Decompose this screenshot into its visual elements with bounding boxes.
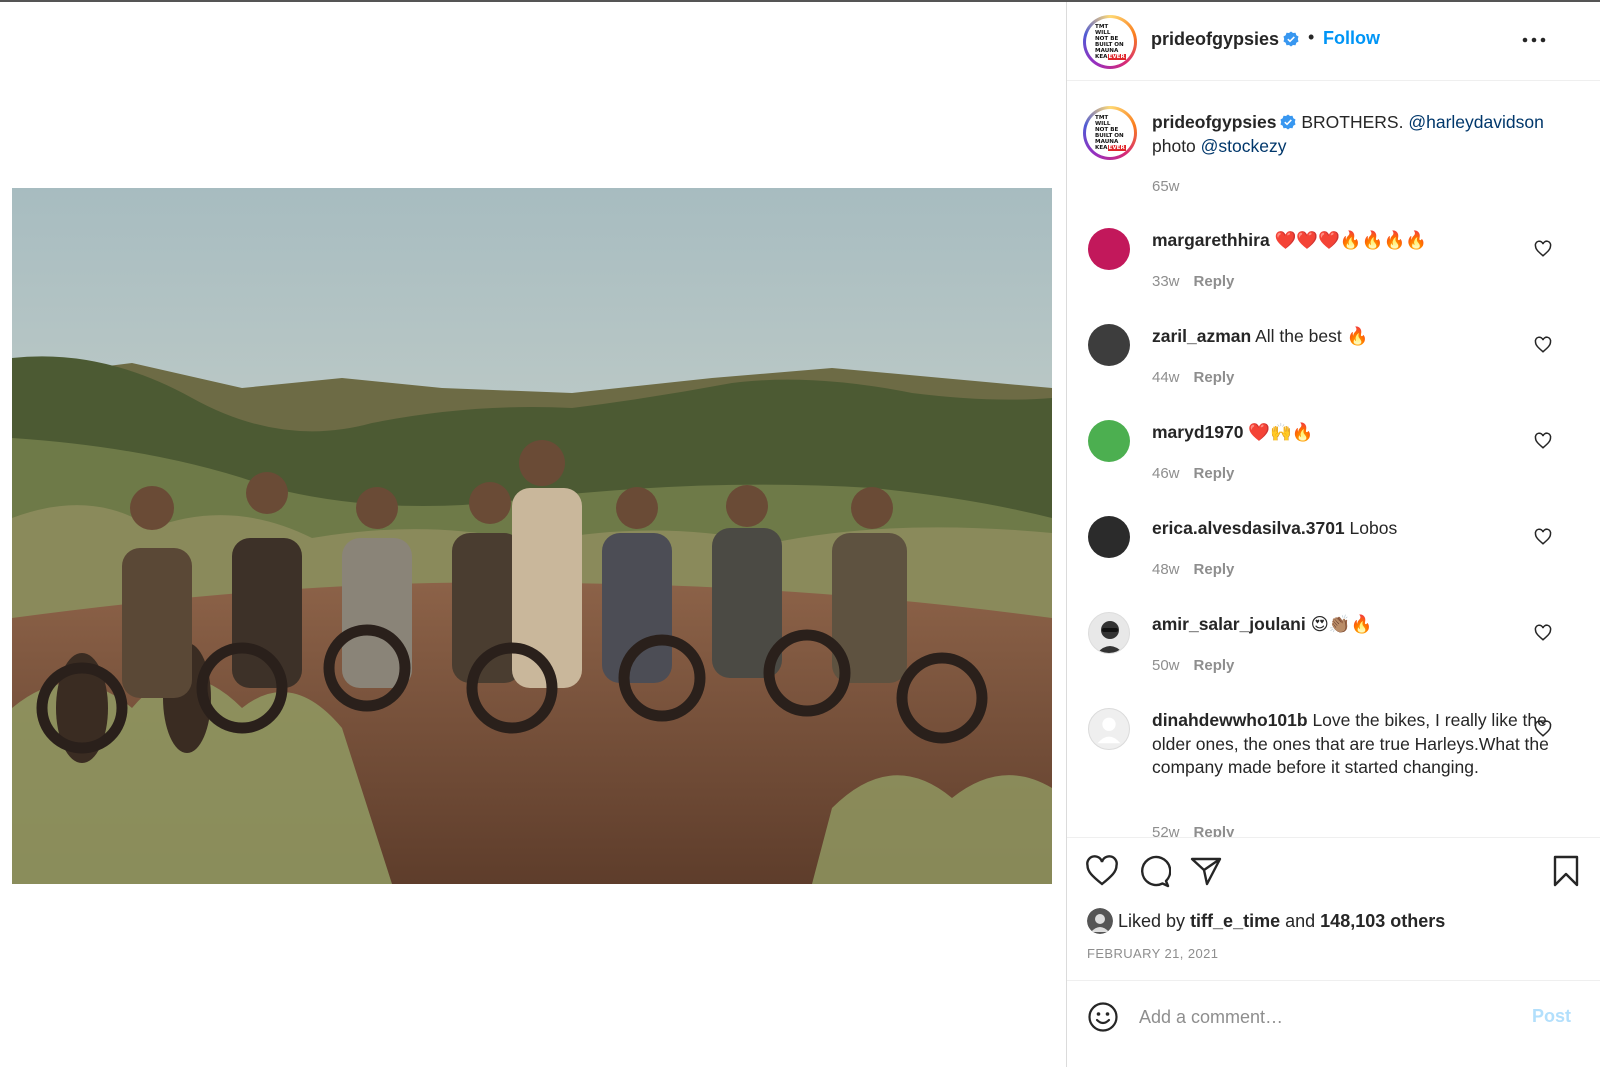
comment-text: erica.alvesdasilva.3701 Lobos [1152, 518, 1398, 538]
post-comment-button[interactable]: Post [1532, 1006, 1571, 1027]
comment-username[interactable]: amir_salar_joulani [1152, 614, 1306, 634]
comment-meta: 48w Reply [1152, 561, 1235, 578]
comment-text: amir_salar_joulani 😍👏🏽🔥 [1152, 614, 1373, 634]
comment-meta: 44w Reply [1152, 369, 1235, 386]
caption-text: prideofgypsies BROTHERS. @harleydavidson… [1152, 112, 1544, 156]
liker-username[interactable]: tiff_e_time [1190, 911, 1280, 932]
comment-composer: Post [1067, 980, 1600, 1067]
comment-meta: 33w Reply [1152, 273, 1235, 290]
comment-username[interactable]: zaril_azman [1152, 326, 1251, 346]
caption-timestamp: 65w [1152, 178, 1180, 195]
comment-input[interactable] [1139, 999, 1519, 1035]
comment-like-icon[interactable] [1534, 528, 1552, 546]
follow-button[interactable]: Follow [1323, 28, 1380, 49]
comment-text: margarethhira ❤️❤️❤️🔥🔥🔥🔥 [1152, 230, 1428, 250]
comment-meta: 46w Reply [1152, 465, 1235, 482]
commenter-avatar[interactable] [1088, 516, 1130, 558]
more-options-icon[interactable] [1519, 32, 1549, 48]
reply-button[interactable]: Reply [1194, 657, 1235, 674]
commenter-avatar[interactable] [1088, 708, 1130, 750]
post-date: FEBRUARY 21, 2021 [1087, 946, 1219, 961]
comment-like-icon[interactable] [1534, 432, 1552, 450]
emoji-icon[interactable] [1087, 1001, 1119, 1033]
reply-button[interactable]: Reply [1194, 465, 1235, 482]
comment-username[interactable]: margarethhira [1152, 230, 1270, 250]
commenter-avatar[interactable] [1088, 324, 1130, 366]
comment-text: maryd1970 ❤️🙌🔥 [1152, 422, 1314, 442]
post-photo[interactable] [12, 188, 1052, 884]
media-pane [0, 2, 1066, 1067]
face-icon [1097, 621, 1123, 653]
commenter-avatar[interactable] [1088, 420, 1130, 462]
caption-author-avatar[interactable]: TMT WILL NOT BE BUILT ON MAUNA KEAEVER [1083, 106, 1137, 160]
verified-badge-icon [1280, 114, 1296, 130]
reply-button[interactable]: Reply [1194, 561, 1235, 578]
likes-count[interactable]: 148,103 others [1320, 911, 1445, 932]
commenter-avatar[interactable] [1088, 228, 1130, 270]
photo-illustration [12, 188, 1052, 884]
comment-text: dinahdewwho101b Love the bikes, I really… [1152, 710, 1549, 777]
commenter-avatar[interactable] [1088, 612, 1130, 654]
comments-list[interactable]: TMT WILL NOT BE BUILT ON MAUNA KEAEVER p… [1067, 82, 1600, 837]
comment-meta: 50w Reply [1152, 657, 1235, 674]
reply-button[interactable]: Reply [1194, 369, 1235, 386]
bookmark-icon[interactable] [1549, 854, 1583, 888]
caption-username[interactable]: prideofgypsies [1152, 112, 1276, 132]
avatar-sticker-text: TMT WILL NOT BE BUILT ON MAUNA KEAEVER [1095, 115, 1126, 151]
verified-badge-icon [1283, 31, 1299, 47]
reply-button[interactable]: Reply [1194, 824, 1235, 837]
author-avatar[interactable]: TMT WILL NOT BE BUILT ON MAUNA KEAEVER [1083, 15, 1137, 69]
comment-like-icon[interactable] [1534, 720, 1552, 738]
reply-button[interactable]: Reply [1194, 273, 1235, 290]
author-username[interactable]: prideofgypsies [1151, 29, 1299, 50]
comment-username[interactable]: dinahdewwho101b [1152, 710, 1308, 730]
likes-summary: Liked by tiff_e_time and 148,103 others [1087, 908, 1445, 934]
share-icon[interactable] [1189, 854, 1223, 888]
comment-text: zaril_azman All the best 🔥 [1152, 326, 1369, 346]
liker-avatar[interactable] [1087, 908, 1113, 934]
comment-like-icon[interactable] [1534, 240, 1552, 258]
comment-username[interactable]: maryd1970 [1152, 422, 1243, 442]
comment-username[interactable]: erica.alvesdasilva.3701 [1152, 518, 1345, 538]
header-separator: • [1308, 27, 1315, 47]
default-avatar-icon [1097, 717, 1121, 744]
post-header: TMT WILL NOT BE BUILT ON MAUNA KEAEVER p… [1067, 2, 1600, 81]
comment-like-icon[interactable] [1534, 336, 1552, 354]
avatar-sticker-text: TMT WILL NOT BE BUILT ON MAUNA KEAEVER [1095, 24, 1126, 60]
mention-link[interactable]: @harleydavidson [1408, 112, 1543, 132]
heart-icon[interactable] [1085, 854, 1119, 888]
post-actions: Liked by tiff_e_time and 148,103 others … [1067, 837, 1600, 979]
comment-icon[interactable] [1137, 854, 1171, 888]
comment-like-icon[interactable] [1534, 624, 1552, 642]
comment-meta: 52w Reply [1152, 824, 1234, 837]
post-side-panel: TMT WILL NOT BE BUILT ON MAUNA KEAEVER p… [1066, 2, 1600, 1067]
mention-link[interactable]: @stockezy [1201, 136, 1287, 156]
